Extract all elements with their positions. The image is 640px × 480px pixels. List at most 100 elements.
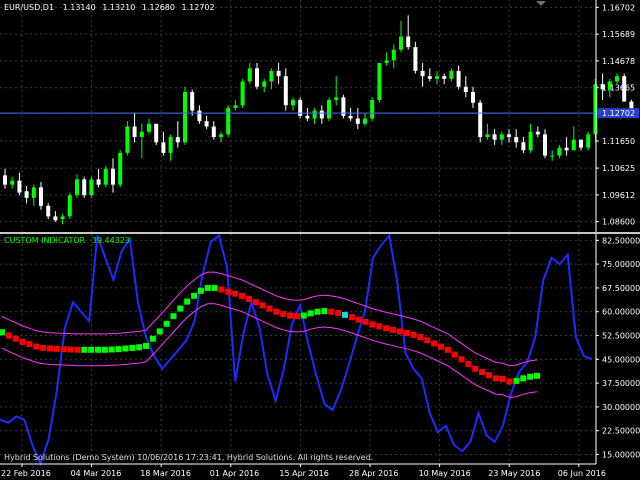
candle-body	[197, 110, 202, 122]
candle-body	[147, 123, 151, 132]
candle-body	[579, 139, 583, 148]
candle[interactable]	[154, 123, 159, 145]
candle-body	[507, 134, 511, 138]
candle[interactable]	[478, 99, 483, 143]
signal-dot	[81, 346, 88, 353]
candle[interactable]	[183, 86, 187, 145]
signal-dot	[191, 292, 198, 299]
signal-dot	[129, 344, 136, 351]
candle[interactable]	[593, 78, 598, 143]
signal-dot	[444, 346, 451, 353]
candle-body	[442, 76, 447, 79]
signal-dot	[383, 325, 390, 332]
signal-dot	[12, 335, 19, 342]
candle-body	[499, 134, 504, 140]
candle-body	[355, 118, 360, 124]
y-axis-tick-label: 30.00000	[602, 403, 640, 412]
candle-body	[283, 76, 288, 106]
candle-body	[485, 134, 490, 138]
candle-body	[312, 110, 317, 119]
candle-body	[82, 179, 87, 196]
signal-dot	[307, 310, 314, 317]
candle-body	[348, 115, 353, 119]
signal-dot	[156, 328, 163, 335]
x-axis-tick-label: 01 Apr 2016	[210, 469, 259, 478]
signal-dot	[88, 346, 95, 353]
signal-dot	[259, 302, 266, 309]
candle[interactable]	[341, 94, 346, 119]
signal-dot	[108, 346, 115, 353]
signal-dot	[458, 356, 465, 363]
candle-body	[319, 110, 324, 119]
signal-dot	[376, 323, 383, 330]
y-axis-tick-label: 1.14678	[602, 57, 635, 66]
signal-dot	[527, 373, 534, 380]
signal-dot	[122, 345, 129, 352]
candle[interactable]	[82, 176, 87, 198]
candle-body	[492, 134, 497, 140]
candle[interactable]	[370, 97, 375, 122]
signal-dot	[60, 346, 67, 353]
candle-body	[406, 36, 411, 48]
candle-body	[615, 76, 619, 82]
indicator-name: CUSTOM INDICATOR	[4, 236, 86, 245]
candle[interactable]	[240, 78, 245, 108]
signal-dot	[266, 305, 273, 312]
signal-dot	[53, 345, 60, 352]
candle[interactable]	[377, 62, 382, 103]
y-axis-tick-label: 1.09612	[602, 191, 635, 200]
signal-dot	[225, 288, 232, 295]
x-axis-tick-label: 15 Apr 2016	[279, 469, 328, 478]
candle[interactable]	[89, 176, 94, 198]
candle-body	[53, 216, 58, 221]
signal-dot	[321, 308, 328, 315]
candle[interactable]	[298, 97, 303, 119]
chart-window[interactable]: 22 Feb 2016 04 Mar 2016 18 Mar 2016 01 Apr …	[0, 0, 640, 480]
signal-dot	[33, 343, 40, 350]
signal-dot	[245, 296, 252, 303]
candle-body	[132, 126, 137, 138]
y-axis-tick-label: 1.10625	[602, 164, 635, 173]
signal-dot	[74, 346, 81, 353]
signal-dot	[479, 369, 486, 375]
candle-body	[305, 115, 310, 119]
signal-dot	[492, 375, 499, 382]
signal-dot	[170, 313, 177, 320]
signal-dot	[437, 343, 444, 350]
candle[interactable]	[118, 150, 123, 188]
y-axis-tick-label: 1.13665	[602, 84, 635, 93]
signal-dot	[369, 321, 376, 328]
candle-body	[75, 179, 79, 196]
y-axis-tick-label: 22.50000	[602, 427, 640, 436]
x-axis-tick-label: 23 May 2016	[488, 469, 540, 478]
signal-dot	[314, 308, 321, 315]
signal-dot	[47, 345, 54, 352]
candle[interactable]	[103, 166, 108, 188]
candle-body	[413, 47, 418, 71]
signal-dot	[451, 351, 458, 358]
y-axis-tick-label: 52.50000	[602, 332, 640, 341]
signal-dot	[472, 365, 479, 372]
candle-body	[521, 142, 526, 151]
signal-dot	[506, 378, 513, 385]
signal-dot	[403, 329, 410, 336]
candle-body	[190, 92, 195, 111]
x-axis-tick-label: 10 May 2016	[419, 469, 471, 478]
signal-dot	[396, 328, 403, 335]
candle-body	[427, 76, 432, 79]
candle[interactable]	[327, 97, 331, 122]
candle[interactable]	[226, 105, 231, 138]
signal-dot	[362, 318, 369, 325]
candle-body	[276, 70, 281, 77]
current-price-label: 1.12702	[602, 109, 635, 118]
candle-body	[168, 137, 173, 153]
candle[interactable]	[67, 192, 72, 220]
x-axis-tick-label: 28 Apr 2016	[349, 469, 398, 478]
candle[interactable]	[586, 131, 591, 151]
candle-body	[557, 147, 562, 156]
candle-body	[399, 36, 403, 50]
candle-body	[67, 195, 72, 217]
candle-body	[564, 147, 569, 151]
signal-dot	[252, 299, 259, 306]
signal-dot	[300, 312, 307, 319]
